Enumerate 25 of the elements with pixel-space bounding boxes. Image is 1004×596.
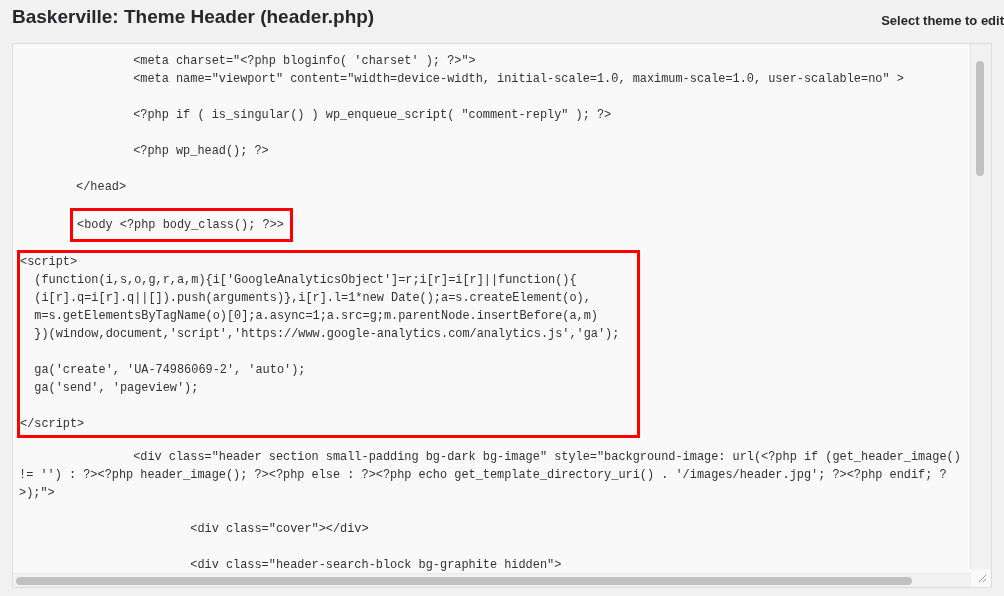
code-line: != '') : ?><?php header_image(); ?><?php else : ?><?php echo get_template_directory_uri() . '/images/header.jpg'; ?><?php endif; ? bbox=[19, 468, 947, 482]
code-line: ga('create', 'UA-74986069-2', 'auto'); bbox=[33, 363, 306, 377]
code-editor[interactable] bbox=[12, 43, 992, 588]
code-line: ga('send', 'pageview'); bbox=[33, 381, 199, 395]
code-line: <?php if ( is_singular() ) wp_enqueue_script( "comment-reply" ); ?> bbox=[132, 108, 612, 122]
page-title: Baskerville: Theme Header (header.php) bbox=[12, 6, 375, 28]
code-line: </head> bbox=[75, 180, 127, 194]
code-line: <meta name="viewport" content="width=device-width, initial-scale=1.0, maximum-scale=1.0, user-scalable=no" > bbox=[132, 72, 904, 86]
code-line: m=s.getElementsByTagName(o)[0];a.async=1;a.src=g;m.parentNode.insertBefore(a,m) bbox=[33, 309, 598, 323]
code-line: </script> bbox=[20, 417, 85, 431]
code-line: <meta charset="<?php bloginfo( 'charset' ); ?>"> bbox=[132, 54, 476, 68]
code-line: })(window,document,'script','https://www.google-analytics.com/analytics.js','ga'); bbox=[33, 327, 620, 341]
vertical-scrollbar[interactable] bbox=[970, 44, 991, 569]
theme-select-label: Select theme to edit bbox=[881, 13, 1004, 28]
code-line: <div class="header section small-padding bg-dark bg-image" style="background-image: url(<?php if (get_header_image() bbox=[132, 450, 961, 464]
code-line: >);"> bbox=[19, 486, 55, 500]
code-line: (function(i,s,o,g,r,a,m){i['GoogleAnalyticsObject']=r;i[r]=i[r]||function(){ bbox=[33, 273, 577, 287]
code-line: <?php wp_head(); ?> bbox=[132, 144, 269, 158]
code-line: <script> bbox=[20, 255, 78, 269]
code-line: <div class="header-search-block bg-graphite hidden"> bbox=[189, 558, 562, 572]
code-line: <div class="cover"></div> bbox=[189, 522, 369, 536]
horizontal-scrollbar[interactable] bbox=[13, 573, 971, 587]
resize-handle-icon[interactable] bbox=[978, 574, 987, 583]
code-line: (i[r].q=i[r].q||[]).push(arguments)},i[r].l=1*new Date();a=s.createElement(o), bbox=[33, 291, 591, 305]
code-line: <body <?php body_class(); ?>> bbox=[77, 218, 284, 232]
